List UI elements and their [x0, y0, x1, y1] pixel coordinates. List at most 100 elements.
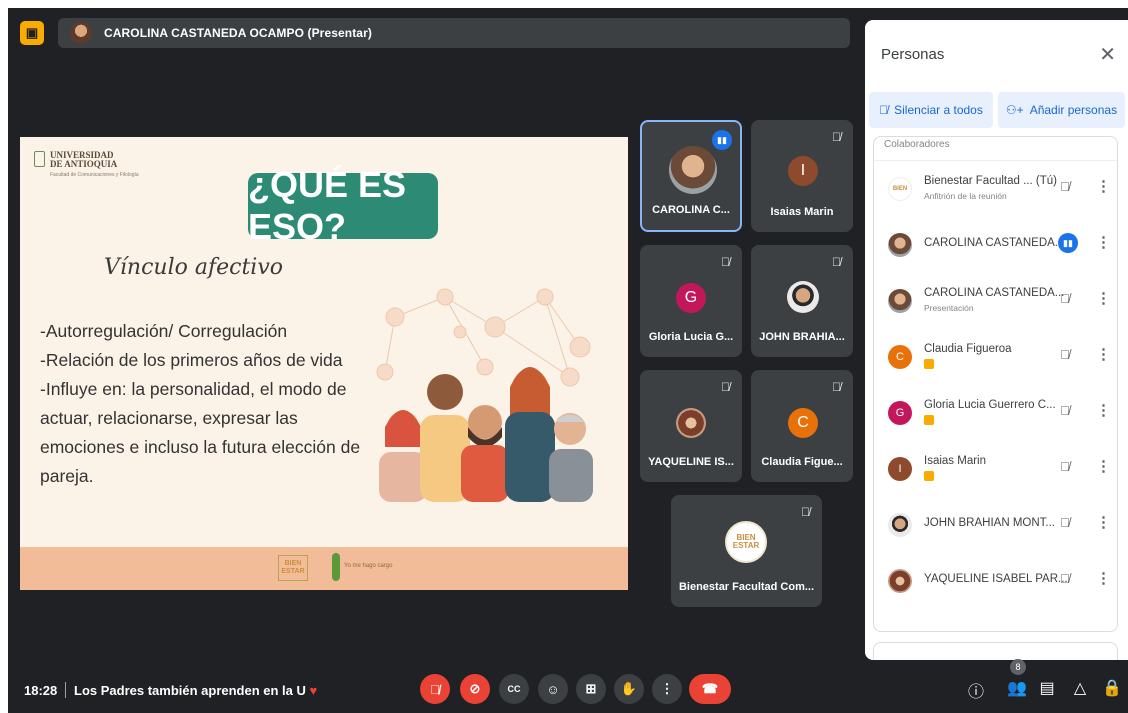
mic-off-icon[interactable]: 🎙̸ [1060, 403, 1070, 418]
mic-off-icon[interactable]: 🎙̸ [1060, 571, 1070, 586]
bienestar-avatar: BIEN [888, 177, 912, 201]
participant-name: CAROLINA C... [652, 204, 730, 216]
close-icon[interactable]: ✕ [1099, 42, 1116, 67]
shared-slide: UNIVERSIDAD DE ANTIOQUIA Facultad de Com… [20, 137, 628, 590]
mic-off-icon: 🎙̸ [801, 505, 810, 519]
mic-off-icon[interactable]: 🎙̸ [1060, 459, 1070, 474]
camera-toggle-button[interactable]: ⊘ [460, 674, 490, 704]
avatar [888, 513, 912, 537]
avatar [669, 146, 717, 194]
add-person-icon: ⚇+ [1005, 103, 1024, 117]
avatar: I [888, 457, 912, 481]
participant-name: Isaias Marin [924, 455, 986, 467]
present-button[interactable]: ⊞ [576, 674, 606, 704]
avatar [888, 289, 912, 313]
participant-tile[interactable]: 🎙̸ BIEN ESTAR Bienestar Facultad Com... [671, 495, 822, 607]
heart-icon: ♥ [309, 683, 318, 698]
mute-all-label: Silenciar a todos [894, 103, 983, 117]
more-options-icon[interactable]: ⋮ [1096, 233, 1111, 251]
badge-icon [924, 471, 934, 481]
speaking-indicator-icon: ▮▮ [712, 130, 732, 150]
list-item[interactable]: YAQUELINE ISABEL PAR... 🎙̸ ⋮ [874, 553, 1117, 609]
participant-tile[interactable]: 🎙̸ JOHN BRAHIA... [751, 245, 853, 357]
more-options-icon[interactable]: ⋮ [1096, 401, 1111, 419]
participant-name: JOHN BRAHIAN MONT... [924, 517, 1055, 529]
participant-name: Bienestar Facultad Com... [678, 581, 815, 593]
participant-name: JOHN BRAHIA... [759, 331, 845, 343]
participant-name: Bienestar Facultad ... (Tú) [924, 175, 1057, 187]
list-item[interactable]: CAROLINA CASTANEDA... Presentación 🎙̸ ⋮ [874, 273, 1117, 329]
participant-tile[interactable]: 🎙̸ YAQUELINE IS... [640, 370, 742, 482]
chat-icon[interactable]: ▤ [1035, 678, 1059, 698]
participant-tile[interactable]: 🎙̸ I Isaias Marin [751, 120, 853, 232]
presentation-icon[interactable]: ▣ [20, 21, 44, 45]
list-item[interactable]: I Isaias Marin 🎙̸ ⋮ [874, 441, 1117, 497]
bullet-line: -Autorregulación/ Corregulación [40, 321, 288, 341]
emoji-button[interactable]: ☺ [538, 674, 568, 704]
captions-button[interactable]: CC [499, 674, 529, 704]
participant-list[interactable]: Colaboradores BIEN Bienestar Facultad ..… [873, 136, 1118, 632]
mic-toggle-button[interactable]: 🎙̸ [420, 674, 450, 704]
participant-name: Claudia Figue... [761, 456, 843, 468]
avatar [787, 281, 819, 313]
mic-off-icon[interactable]: 🎙̸ [1060, 515, 1070, 530]
host-controls-icon[interactable]: 🔒 [1100, 678, 1124, 698]
people-icon[interactable]: 👥 [1005, 678, 1029, 698]
participant-name: CAROLINA CASTANEDA... [924, 237, 1065, 249]
people-panel: Personas ✕ 🎙̸ Silenciar a todos ⚇+ Añadi… [865, 20, 1128, 660]
list-item[interactable]: JOHN BRAHIAN MONT... 🎙̸ ⋮ [874, 497, 1117, 553]
list-item[interactable]: BIEN Bienestar Facultad ... (Tú) Anfitri… [874, 161, 1117, 217]
end-call-button[interactable]: ☎ [689, 674, 731, 704]
yo-me-hago-cargo-logo: Yo me hago cargo [344, 563, 393, 569]
bullet-line: emociones e incluso la futura elección d… [40, 437, 361, 457]
more-options-icon[interactable]: ⋮ [1096, 457, 1111, 475]
mic-off-icon[interactable]: 🎙̸ [1060, 179, 1070, 194]
more-options-icon[interactable]: ⋮ [1096, 513, 1111, 531]
info-icon[interactable]: ⓘ [964, 678, 988, 702]
section-header: Colaboradores [874, 137, 1117, 161]
participant-role: Anfitrión de la reunión [924, 191, 1007, 201]
clock: 18:28 [24, 683, 58, 698]
participant-name: Gloria Lucia Guerrero C... [924, 399, 1056, 411]
presenter-avatar [70, 22, 92, 44]
more-options-icon[interactable]: ⋮ [1096, 289, 1111, 307]
more-options-icon[interactable]: ⋮ [1096, 345, 1111, 363]
university-faculty: Facultad de Comunicaciones y Filología [50, 172, 139, 178]
participant-name: Claudia Figueroa [924, 343, 1012, 355]
secondary-list[interactable] [873, 642, 1118, 660]
slide-title: ¿QUÉ ES ESO? [248, 164, 438, 247]
participant-name: Gloria Lucia G... [648, 331, 734, 343]
bienestar-avatar: BIEN ESTAR [725, 521, 767, 563]
mic-off-icon: 🎙̸ [721, 255, 730, 269]
add-people-label: Añadir personas [1029, 103, 1118, 117]
raise-hand-button[interactable]: ✋ [614, 674, 644, 704]
participant-role: Presentación [924, 303, 974, 313]
mic-off-icon[interactable]: 🎙̸ [1060, 347, 1070, 362]
university-seal-icon [34, 151, 45, 167]
university-logo: UNIVERSIDAD DE ANTIOQUIA Facultad de Com… [34, 151, 139, 178]
add-people-button[interactable]: ⚇+ Añadir personas [998, 92, 1125, 128]
more-options-icon[interactable]: ⋮ [1096, 569, 1111, 587]
mute-all-button[interactable]: 🎙̸ Silenciar a todos [869, 92, 993, 128]
participant-tile[interactable]: 🎙̸ G Gloria Lucia G... [640, 245, 742, 357]
more-options-button[interactable]: ⋮ [652, 674, 682, 704]
participant-name: Isaias Marin [770, 206, 834, 218]
more-options-icon[interactable]: ⋮ [1096, 177, 1111, 195]
people-illustration [376, 288, 593, 502]
list-item[interactable]: G Gloria Lucia Guerrero C... 🎙̸ ⋮ [874, 385, 1117, 441]
list-item[interactable]: C Claudia Figueroa 🎙̸ ⋮ [874, 329, 1117, 385]
bullet-line: -Relación de los primeros años de vida [40, 350, 343, 370]
bienestar-logo: BIEN ESTAR [278, 555, 308, 581]
activities-icon[interactable]: △ [1068, 678, 1092, 698]
mic-off-icon: 🎙̸ [879, 103, 889, 117]
speaking-indicator-icon: ▮▮ [1058, 233, 1078, 253]
list-item[interactable]: CAROLINA CASTANEDA... ▮▮ ⋮ [874, 217, 1117, 273]
slide-footer: BIEN ESTAR Yo me hago cargo [20, 547, 628, 590]
badge-icon [924, 359, 934, 369]
mic-off-icon[interactable]: 🎙̸ [1060, 291, 1070, 306]
participant-tile[interactable]: 🎙̸ C Claudia Figue... [751, 370, 853, 482]
participant-name: YAQUELINE ISABEL PAR... [924, 573, 1068, 585]
participant-name: CAROLINA CASTANEDA... [924, 287, 1065, 299]
participant-tile[interactable]: ▮▮ CAROLINA C... [640, 120, 742, 232]
avatar: G [676, 283, 706, 313]
